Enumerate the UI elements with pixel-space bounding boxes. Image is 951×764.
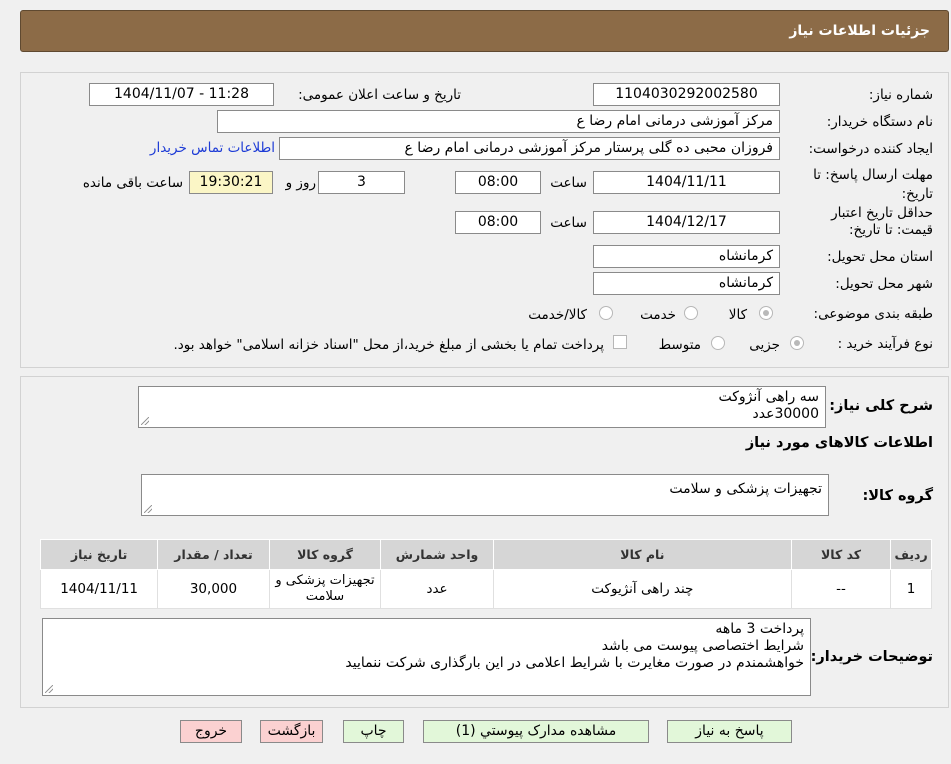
need-number-label: شماره نیاز: — [868, 87, 933, 103]
category-goods-radio[interactable] — [759, 306, 773, 320]
requester-field: فروزان محبی ده گلی پرستار مرکز آموزشی در… — [279, 137, 780, 160]
col-group: گروه کالا — [268, 539, 382, 570]
announce-datetime-field: 1404/11/07 - 11:28 — [89, 83, 274, 106]
buyer-notes-line-1: پرداخت 3 ماهه — [715, 621, 804, 637]
province-label: استان محل تحویل: — [827, 249, 933, 265]
page-header: جزئيات اطلاعات نياز — [20, 10, 949, 52]
category-label: طبقه بندی موضوعی: — [813, 306, 933, 322]
category-service-label: خدمت — [640, 307, 676, 323]
treasury-checkbox[interactable] — [613, 335, 627, 349]
summary-label: شرح کلی نیاز: — [829, 398, 933, 414]
buyer-notes-textarea[interactable]: پرداخت 3 ماهه شرایط اختصاصی پیوست می باش… — [42, 618, 811, 696]
remaining-days-field: 3 — [318, 171, 405, 194]
cell-date: 1404/11/11 — [39, 569, 159, 609]
price-validity-date-field: 1404/12/17 — [593, 211, 780, 234]
category-goods-service-radio[interactable] — [599, 306, 613, 320]
days-label: روز و — [285, 175, 316, 191]
print-button[interactable]: چاپ — [343, 720, 404, 743]
summary-line-1: سه راهی آنژوکت — [718, 389, 819, 405]
exit-button[interactable]: خروج — [180, 720, 242, 743]
goods-group-label: گروه کالا: — [862, 488, 933, 504]
resize-grip-icon[interactable] — [45, 685, 53, 693]
process-medium-label: متوسط — [658, 337, 701, 353]
city-field: کرمانشاه — [593, 272, 780, 295]
reply-button[interactable]: پاسخ به نیاز — [667, 720, 792, 743]
cell-quantity: 30,000 — [157, 569, 270, 609]
col-row: ردیف — [890, 539, 932, 570]
process-type-label: نوع فرآیند خرید : — [837, 336, 933, 352]
cell-name: چند راهی آنژیوکت — [492, 569, 792, 609]
back-button[interactable]: بازگشت — [260, 720, 323, 743]
items-table: ردیف کد کالا نام کالا واحد شمارش گروه کا… — [39, 539, 932, 609]
col-code: کد کالا — [790, 539, 892, 570]
buyer-contact-link[interactable]: اطلاعات تماس خریدار — [150, 140, 275, 156]
process-medium-radio[interactable] — [711, 336, 725, 350]
category-goods-label: کالا — [728, 307, 747, 323]
remaining-time-field: 19:30:21 — [189, 171, 273, 194]
buyer-notes-line-3: خواهشمندم در صورت مغایرت با شرایط اعلامی… — [345, 655, 804, 671]
col-date: تاریخ نیاز — [39, 539, 159, 570]
price-validity-time-field: 08:00 — [455, 211, 541, 234]
price-validity-label: حداقل تاریخ اعتبار قیمت: تا تاریخ: — [831, 205, 933, 238]
cell-group: تجهیزات پزشکی و سلامت — [268, 569, 382, 609]
requester-label: ایجاد کننده درخواست: — [808, 141, 933, 157]
cell-row: 1 — [890, 569, 932, 609]
buyer-notes-line-2: شرایط اختصاصی پیوست می باشد — [601, 638, 804, 654]
buyer-org-label: نام دستگاه خریدار: — [826, 114, 933, 130]
col-quantity: تعداد / مقدار — [157, 539, 270, 570]
summary-line-2: 30000عدد — [752, 406, 819, 422]
goods-section-title: اطلاعات کالاهای مورد نیاز — [745, 435, 933, 451]
goods-group-textarea[interactable]: تجهیزات پزشکی و سلامت — [141, 474, 829, 516]
col-name: نام کالا — [492, 539, 792, 570]
page-title: جزئيات اطلاعات نياز — [789, 23, 930, 39]
items-table-header: ردیف کد کالا نام کالا واحد شمارش گروه کا… — [39, 539, 932, 570]
resize-grip-icon[interactable] — [144, 505, 152, 513]
city-label: شهر محل تحویل: — [835, 276, 933, 292]
treasury-note: پرداخت تمام یا بخشی از مبلغ خرید،از محل … — [173, 337, 604, 353]
remaining-time-label: ساعت باقی مانده — [82, 175, 183, 191]
province-field: کرمانشاه — [593, 245, 780, 268]
buyer-notes-label: توضیحات خریدار: — [810, 649, 933, 665]
reply-time-label: ساعت — [550, 175, 587, 191]
summary-textarea[interactable]: سه راهی آنژوکت 30000عدد — [138, 386, 826, 428]
price-validity-time-label: ساعت — [550, 215, 587, 231]
resize-grip-icon[interactable] — [141, 417, 149, 425]
table-row: 1 -- چند راهی آنژیوکت عدد تجهیزات پزشکی … — [39, 569, 932, 609]
category-service-radio[interactable] — [684, 306, 698, 320]
buyer-org-field: مرکز آموزشی درمانی امام رضا ع — [217, 110, 780, 133]
process-minor-label: جزیی — [749, 337, 780, 353]
process-minor-radio[interactable] — [790, 336, 804, 350]
cell-unit: عدد — [380, 569, 494, 609]
cell-code: -- — [790, 569, 892, 609]
reply-deadline-label: مهلت ارسال پاسخ: تا تاریخ: — [813, 167, 933, 202]
goods-group-value: تجهیزات پزشکی و سلامت — [669, 481, 822, 497]
view-attachments-button[interactable]: مشاهده مدارک پیوستي (1) — [423, 720, 649, 743]
reply-time-field: 08:00 — [455, 171, 541, 194]
announce-datetime-label: تاریخ و ساعت اعلان عمومی: — [298, 87, 461, 103]
need-number-field: 1104030292002580 — [593, 83, 780, 106]
category-goods-service-label: کالا/خدمت — [528, 307, 587, 323]
col-unit: واحد شمارش — [380, 539, 494, 570]
reply-date-field: 1404/11/11 — [593, 171, 780, 194]
